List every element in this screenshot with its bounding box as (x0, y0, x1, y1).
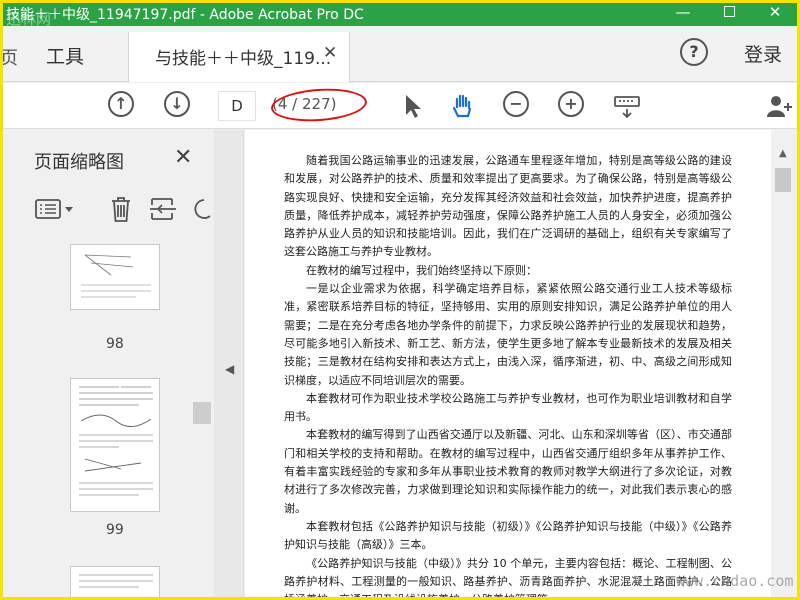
hand-tool-button[interactable] (448, 91, 478, 121)
thumbnail-page-100[interactable] (70, 566, 160, 600)
red-annotation-circle (270, 85, 368, 125)
hand-icon (452, 94, 472, 118)
tab-document[interactable]: 与技能＋＋中级_119... ✕ (128, 32, 350, 82)
document-view[interactable]: 随着我国公路运输事业的迅速发展，公路通车里程逐年增加，特别是高等级公路的建设和发… (245, 130, 771, 600)
close-panel-icon[interactable]: ✕ (174, 145, 192, 170)
paragraph: 本套教材包括《公路养护知识与技能（初级）》《公路养护知识与技能（中级）》《公路养… (284, 519, 732, 552)
thumbnails-list[interactable]: 98 99 (0, 242, 212, 600)
thumbnail-page-98[interactable] (70, 244, 160, 310)
keyboard-icon (614, 96, 640, 119)
paragraph: 本套教材的编写得到了山西省交通厅以及新疆、河北、山东和深圳等省（区）、市交通部门… (284, 428, 732, 515)
title-bar: 技能＋＋中级_11947197.pdf - Adobe Acrobat Pro … (0, 0, 800, 28)
paragraph: 随着我国公路运输事业的迅速发展，公路通车里程逐年增加，特别是高等级公路的建设和发… (284, 154, 732, 259)
document-scrollbar[interactable]: ▲ (771, 130, 797, 600)
main-toolbar: ↑ ↓ D (4 / 227) − + (0, 83, 800, 129)
minus-icon: − (503, 91, 529, 117)
share-button[interactable] (764, 91, 794, 121)
page-display-button[interactable] (612, 91, 642, 121)
zoom-in-button[interactable]: + (558, 91, 588, 121)
close-tab-icon[interactable]: ✕ (323, 43, 337, 63)
panel-toolbar (30, 192, 214, 226)
page-number-label: 99 (106, 522, 124, 538)
pointer-icon (406, 95, 421, 118)
paragraph: 本套教材可作为职业技术学校公路施工与养护专业教材，也可作为职业培训教材和自学用书… (284, 391, 732, 424)
zoom-out-button[interactable]: − (503, 91, 533, 121)
thumbnail-preview (81, 254, 151, 298)
site-watermark-bottom: www.cndao.com (676, 572, 794, 590)
paragraph: 《公路养护知识与技能（中级）》共分 10 个单元，主要内容包括：概论、工程制图、… (284, 556, 732, 600)
add-user-icon (767, 96, 792, 117)
scrollbar-thumb[interactable] (193, 402, 211, 424)
minimize-button[interactable]: — (660, 0, 706, 26)
page-number-label: 98 (106, 336, 124, 352)
previous-page-button[interactable]: ↑ (108, 91, 138, 121)
scroll-up-icon[interactable]: ▲ (779, 148, 787, 159)
collapse-left-icon[interactable]: ◀ (225, 362, 234, 376)
page-number-input[interactable]: D (218, 91, 256, 121)
extract-pages-icon[interactable] (148, 194, 178, 224)
page-text: 随着我国公路运输事业的迅速发展，公路通车里程逐年增加，特别是高等级公路的建设和发… (284, 152, 732, 600)
login-button[interactable]: 登录 (744, 40, 782, 67)
document-page: 随着我国公路运输事业的迅速发展，公路通车里程逐年增加，特别是高等级公路的建设和发… (245, 130, 771, 600)
rotate-icon[interactable] (190, 194, 214, 224)
help-icon[interactable]: ? (680, 38, 708, 66)
thumbnails-scrollbar[interactable] (193, 242, 211, 600)
next-page-button[interactable]: ↓ (164, 91, 194, 121)
tab-document-label: 与技能＋＋中级_119... (155, 49, 332, 69)
panel-title: 页面缩略图 (34, 152, 124, 173)
arrow-up-icon: ↑ (108, 91, 134, 117)
trash-icon[interactable] (108, 194, 134, 224)
arrow-down-icon: ↓ (164, 91, 190, 117)
collapse-panel-strip[interactable]: ◀ (214, 130, 244, 600)
maximize-button[interactable] (706, 0, 752, 26)
tab-tools[interactable]: 工具 (46, 42, 84, 69)
tab-bar: 页 工具 与技能＋＋中级_119... ✕ ? 登录 (0, 26, 800, 82)
close-window-button[interactable]: ✕ (752, 0, 798, 26)
window-title: 技能＋＋中级_11947197.pdf - Adobe Acrobat Pro … (6, 7, 364, 23)
paragraph: 在教材的编写过程中，我们始终坚持以下原则： (306, 263, 537, 277)
select-tool-button[interactable] (398, 91, 428, 121)
thumbnails-panel: 页面缩略图 ✕ 98 99 (0, 130, 226, 600)
scrollbar-thumb[interactable] (775, 168, 791, 192)
thumbnail-preview (79, 386, 153, 496)
panel-header: 页面缩略图 ✕ (0, 130, 214, 186)
thumbnail-page-99[interactable] (70, 378, 160, 512)
paragraph: 一是以企业需求为依据，科学确定培养目标，紧紧依照公路交通行业工人技术等级标准，紧… (284, 282, 732, 387)
thumbnail-preview (79, 574, 153, 588)
tab-home[interactable]: 页 (0, 44, 18, 70)
options-menu-icon[interactable] (34, 194, 78, 224)
plus-icon: + (558, 91, 584, 117)
maximize-icon (723, 6, 735, 17)
